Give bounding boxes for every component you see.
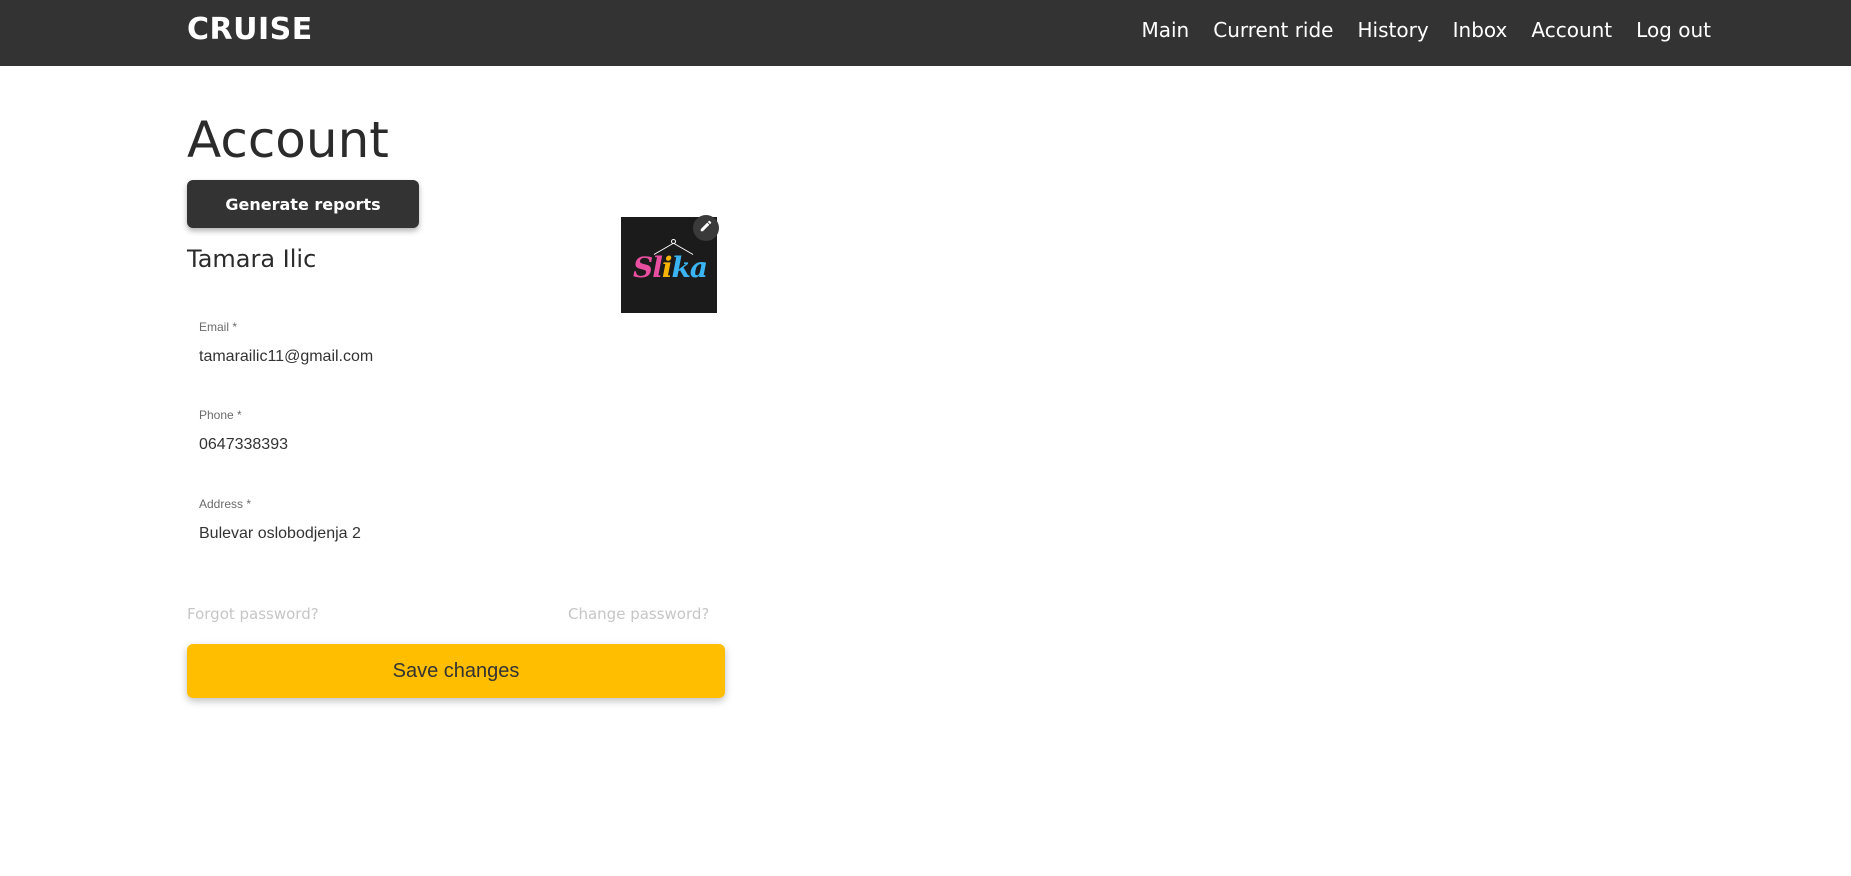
nav-item-current-ride[interactable]: Current ride [1213, 18, 1333, 42]
brand-logo[interactable]: CRUISE [187, 12, 313, 47]
address-label: Address * [199, 497, 252, 511]
nav-item-log-out[interactable]: Log out [1636, 18, 1711, 42]
nav-item-history[interactable]: History [1358, 18, 1429, 42]
pencil-icon [699, 219, 713, 238]
avatar-image-text: Slika [633, 251, 709, 284]
phone-input[interactable] [199, 436, 719, 454]
nav-links: Main Current ride History Inbox Account … [1141, 0, 1711, 60]
nav-item-inbox[interactable]: Inbox [1453, 18, 1508, 42]
avatar-text-part-3: ka [671, 251, 709, 284]
top-navbar: CRUISE Main Current ride History Inbox A… [0, 0, 1851, 66]
edit-avatar-button[interactable] [693, 215, 719, 241]
nav-item-main[interactable]: Main [1141, 18, 1189, 42]
nav-item-account[interactable]: Account [1531, 18, 1612, 42]
avatar-text-part-1: Sl [633, 251, 663, 284]
email-label: Email * [199, 320, 238, 334]
save-changes-button[interactable]: Save changes [187, 644, 725, 698]
generate-reports-button[interactable]: Generate reports [187, 180, 419, 228]
user-name: Tamara Ilic [187, 245, 317, 273]
avatar-hook-dot [671, 239, 676, 244]
address-field: Address * [187, 497, 727, 543]
change-password-link[interactable]: Change password? [568, 605, 709, 623]
page-title: Account [187, 111, 389, 169]
phone-field: Phone * [187, 408, 727, 454]
address-input[interactable] [199, 525, 719, 543]
phone-label: Phone * [199, 408, 242, 422]
email-field: Email * [187, 320, 727, 366]
avatar-text-part-2: i [661, 251, 673, 284]
forgot-password-link[interactable]: Forgot password? [187, 605, 319, 623]
email-input[interactable] [199, 348, 719, 366]
